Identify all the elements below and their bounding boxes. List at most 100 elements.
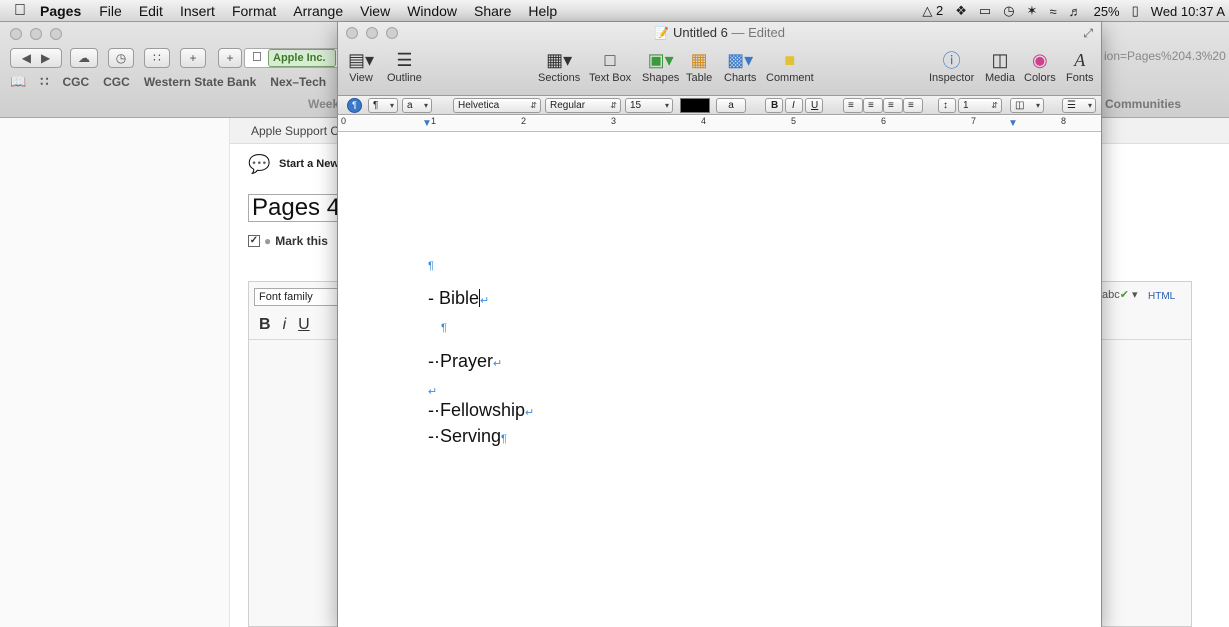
top-sites-grid-icon[interactable]: ∷ bbox=[40, 74, 48, 90]
align-right-button[interactable]: ≡ bbox=[883, 98, 903, 113]
document-line[interactable]: - Bible↵ bbox=[428, 288, 489, 309]
html-mode-link[interactable]: HTML bbox=[1148, 291, 1175, 302]
wifi-icon[interactable]: ≈ bbox=[1049, 4, 1056, 19]
browser-minimize-button[interactable] bbox=[30, 28, 42, 40]
document-line[interactable]: ¶ bbox=[428, 253, 434, 274]
menu-insert[interactable]: Insert bbox=[180, 3, 215, 19]
menu-clock[interactable]: Wed 10:37 A bbox=[1151, 4, 1225, 19]
menu-arrange[interactable]: Arrange bbox=[293, 3, 343, 19]
ruler-number: 7 bbox=[971, 116, 977, 126]
reading-list-button[interactable]: + bbox=[180, 48, 206, 68]
reading-list-icon[interactable]: 📖 bbox=[10, 74, 26, 90]
menu-window[interactable]: Window bbox=[407, 3, 457, 19]
styles-drawer-icon[interactable]: ¶ bbox=[347, 98, 362, 113]
italic-button[interactable]: I bbox=[785, 98, 803, 113]
top-sites-button[interactable]: ∷ bbox=[144, 48, 170, 68]
toolbar-charts-button[interactable]: ▩▾ Charts bbox=[724, 49, 756, 85]
bookmark-item[interactable]: Nex–Tech bbox=[270, 75, 326, 89]
adobe-status-item[interactable]: △ 2 bbox=[922, 3, 943, 19]
toolbar-comment-button[interactable]: ■ Comment bbox=[766, 49, 814, 85]
browser-close-button[interactable] bbox=[10, 28, 22, 40]
document-line[interactable]: -·Serving¶ bbox=[428, 426, 507, 447]
line-spacing-select[interactable]: 1 ⇵ bbox=[958, 98, 1002, 113]
address-url-text[interactable]: ion=Pages%204.3%20 bbox=[1104, 49, 1229, 63]
underline-button[interactable]: U bbox=[805, 98, 823, 113]
text-color-well[interactable] bbox=[680, 98, 710, 113]
mark-question-checkbox[interactable]: ✓ bbox=[248, 235, 260, 247]
menu-file[interactable]: File bbox=[99, 3, 122, 19]
editor-italic-button[interactable]: i bbox=[283, 316, 287, 334]
right-indent-marker[interactable]: ▼ bbox=[1008, 118, 1018, 129]
document-icon: 📝 bbox=[654, 26, 669, 40]
align-left-button[interactable]: ≡ bbox=[843, 98, 863, 113]
document-line[interactable]: -·Prayer↵ bbox=[428, 351, 502, 372]
list-style-select[interactable]: ☰ ▾ bbox=[1062, 98, 1096, 113]
spellcheck-icon[interactable]: abc✔ ▾ bbox=[1102, 288, 1138, 301]
battery-percent[interactable]: 25% bbox=[1094, 4, 1120, 19]
left-indent-marker[interactable]: ▼ bbox=[422, 118, 432, 129]
font-family-select[interactable]: Font family bbox=[254, 288, 339, 306]
dropbox-icon[interactable]: ❖ bbox=[955, 3, 967, 19]
apple-menu-icon[interactable]:  bbox=[0, 2, 40, 20]
browser-tab[interactable]: Week bbox=[308, 97, 339, 111]
back-forward-buttons[interactable]: ◀ ▶ bbox=[10, 48, 62, 68]
toolbar-outline-button[interactable]: ☰ Outline bbox=[387, 49, 422, 85]
toolbar-sections-button[interactable]: ▦▾ Sections bbox=[538, 49, 580, 85]
bookmark-item[interactable]: Western State Bank bbox=[144, 75, 256, 89]
menu-help[interactable]: Help bbox=[528, 3, 557, 19]
menu-share[interactable]: Share bbox=[474, 3, 511, 19]
highlight-color-well[interactable]: a bbox=[716, 98, 746, 113]
battery-icon[interactable]: ▯ bbox=[1132, 3, 1139, 19]
browser-zoom-button[interactable] bbox=[50, 28, 62, 40]
discussion-title-input[interactable]: Pages 4 bbox=[248, 194, 348, 222]
ruler[interactable]: 0 1 2 3 4 5 6 7 8 ▼ ▼ bbox=[338, 116, 1101, 132]
bookmarks-bar: 📖 ∷ CGC CGC Western State Bank Nex–Tech bbox=[10, 74, 326, 90]
character-style-select[interactable]: a ▾ bbox=[402, 98, 432, 113]
bluetooth-icon[interactable]: ✶ bbox=[1027, 3, 1038, 19]
font-typeface-select[interactable]: Regular ⇵ bbox=[545, 98, 621, 113]
support-nav-label[interactable]: Apple Support C bbox=[251, 124, 339, 138]
toolbar-colors-button[interactable]: ◉ Colors bbox=[1024, 49, 1056, 85]
bookmark-item[interactable]: CGC bbox=[62, 75, 89, 89]
document-line[interactable]: -·Fellowship↵ bbox=[428, 400, 534, 421]
justify-button[interactable]: ≡ bbox=[903, 98, 923, 113]
bookmark-item[interactable]: CGC bbox=[103, 75, 130, 89]
toolbar-inspector-button[interactable]: ⓘ Inspector bbox=[929, 49, 974, 84]
editor-underline-button[interactable]: U bbox=[298, 316, 310, 334]
site-identity-badge[interactable]: Apple Inc. bbox=[268, 49, 336, 67]
history-button[interactable]: ◷ bbox=[108, 48, 134, 68]
forward-icon[interactable]: ▶ bbox=[41, 51, 50, 65]
document-page[interactable]: ¶ - Bible↵ ¶ -·Prayer↵ ↵ -·Fellowship↵ -… bbox=[338, 133, 1101, 627]
columns-select[interactable]: ◫ ▾ bbox=[1010, 98, 1044, 113]
start-new-discussion-link[interactable]: Start a New bbox=[279, 158, 339, 170]
volume-icon[interactable]: ♬ bbox=[1069, 4, 1082, 19]
icloud-tabs-button[interactable]: ☁ bbox=[70, 48, 98, 68]
menu-view[interactable]: View bbox=[360, 3, 390, 19]
new-tab-button[interactable]: + bbox=[218, 48, 242, 68]
paragraph-style-select[interactable]: ¶ ▾ bbox=[368, 98, 398, 113]
fullscreen-icon[interactable]: ⤢ bbox=[1083, 26, 1093, 41]
browser-tab[interactable]: Communities bbox=[1105, 97, 1181, 111]
toolbar-media-button[interactable]: ◫ Media bbox=[985, 49, 1015, 85]
toolbar-shapes-button[interactable]: ▣▾ Shapes bbox=[642, 49, 679, 85]
bold-button[interactable]: B bbox=[765, 98, 783, 113]
toolbar-fonts-button[interactable]: A Fonts bbox=[1066, 49, 1094, 85]
toolbar-table-button[interactable]: ▦ Table bbox=[686, 49, 712, 85]
ruler-number: 3 bbox=[611, 116, 617, 126]
back-icon[interactable]: ◀ bbox=[22, 51, 31, 65]
font-family-select[interactable]: Helvetica ⇵ bbox=[453, 98, 541, 113]
mark-question-row[interactable]: ✓ ● Mark this bbox=[248, 234, 328, 248]
editor-bold-button[interactable]: B bbox=[259, 316, 271, 334]
time-machine-icon[interactable]: ◷ bbox=[1003, 3, 1014, 19]
align-center-button[interactable]: ≡ bbox=[863, 98, 883, 113]
document-line[interactable]: ↵ bbox=[428, 379, 437, 400]
line-spacing-icon[interactable]: ↕ bbox=[938, 98, 956, 113]
toolbar-view-button[interactable]: ▤▾ View bbox=[348, 49, 374, 85]
document-line[interactable]: ¶ bbox=[441, 315, 447, 336]
airplay-icon[interactable]: ▭ bbox=[979, 3, 991, 19]
toolbar-text-box-button[interactable]: □ Text Box bbox=[589, 49, 631, 85]
menu-app-name[interactable]: Pages bbox=[40, 3, 81, 19]
menu-edit[interactable]: Edit bbox=[139, 3, 163, 19]
menu-format[interactable]: Format bbox=[232, 3, 276, 19]
font-size-select[interactable]: 15 ▾ bbox=[625, 98, 673, 113]
